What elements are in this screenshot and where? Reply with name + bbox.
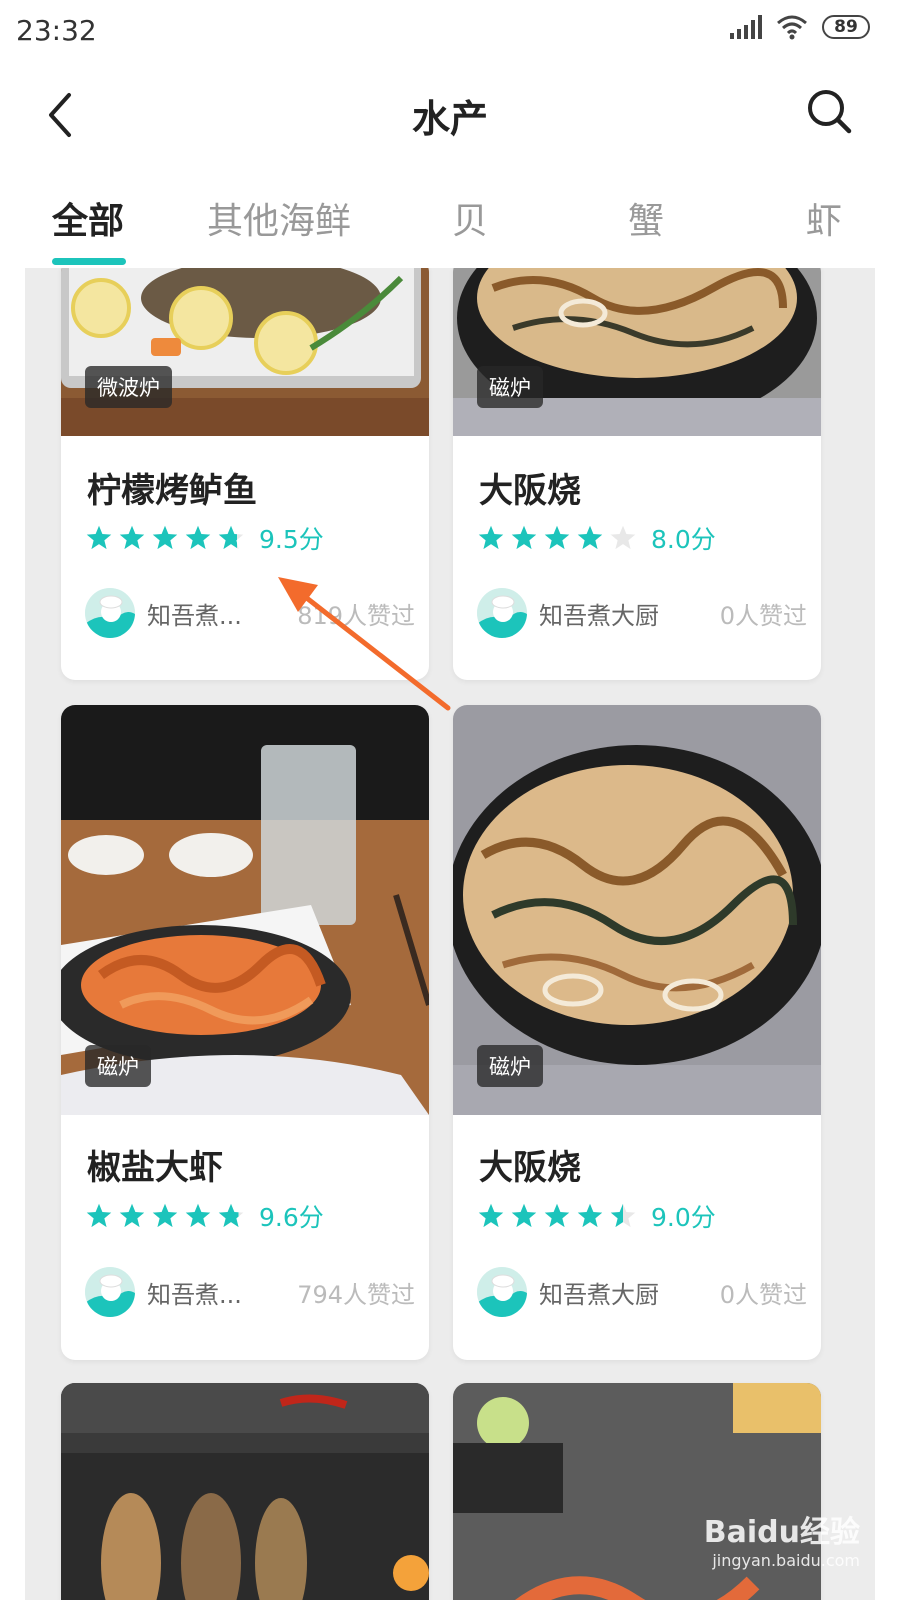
page-title: 水产 bbox=[411, 97, 488, 141]
status-time: 23:32 bbox=[16, 14, 97, 47]
avatar[interactable] bbox=[85, 1267, 135, 1317]
author-row: 知吾煮大厨 0人赞过 bbox=[477, 1267, 807, 1317]
author-row: 知吾煮大厨 0人赞过 bbox=[477, 588, 807, 638]
star-icon bbox=[185, 525, 211, 550]
rating-stars bbox=[85, 1202, 245, 1230]
star-icon bbox=[610, 1203, 636, 1228]
tab-other-seafood[interactable]: 其他海鲜 bbox=[207, 192, 351, 244]
recipe-title: 大阪烧 bbox=[479, 471, 581, 511]
recipe-grid: 微波炉 柠檬烤鲈鱼 9.5分 知吾煮... 819人赞过 磁炉 大阪烧 8.0分… bbox=[25, 268, 875, 1600]
rating-stars bbox=[477, 1202, 637, 1230]
star-icon bbox=[544, 525, 570, 550]
recipe-image bbox=[61, 1383, 429, 1600]
star-icon bbox=[218, 1203, 244, 1228]
author-name: 知吾煮... bbox=[147, 601, 242, 630]
header: 水产 bbox=[0, 60, 900, 170]
star-icon bbox=[577, 1203, 603, 1228]
rating-score: 9.0分 bbox=[651, 1203, 716, 1232]
rating-score: 9.6分 bbox=[259, 1203, 324, 1232]
star-icon bbox=[86, 1203, 112, 1228]
like-count: 0人赞过 bbox=[719, 601, 807, 630]
tab-indicator bbox=[52, 258, 126, 265]
category-tabs: 全部 其他海鲜 贝 蟹 虾 bbox=[0, 180, 900, 270]
rating-row: 9.0分 bbox=[477, 1198, 716, 1234]
author-name: 知吾煮大厨 bbox=[539, 1280, 659, 1309]
baidu-watermark: Baidu经验 jingyan.baidu.com bbox=[704, 1507, 860, 1570]
star-icon bbox=[218, 525, 244, 550]
rating-row: 9.6分 bbox=[85, 1198, 324, 1234]
search-icon bbox=[808, 90, 852, 134]
status-bar: 23:32 89 bbox=[0, 0, 900, 60]
rating-score: 9.5分 bbox=[259, 525, 324, 554]
search-button[interactable] bbox=[800, 82, 860, 142]
recipe-card[interactable]: 微波炉 柠檬烤鲈鱼 9.5分 知吾煮... 819人赞过 bbox=[61, 268, 429, 680]
rating-score: 8.0分 bbox=[651, 525, 716, 554]
author-row: 知吾煮... 794人赞过 bbox=[85, 1267, 415, 1317]
tab-shrimp[interactable]: 虾 bbox=[806, 192, 842, 244]
star-icon bbox=[152, 525, 178, 550]
star-icon bbox=[511, 1203, 537, 1228]
signal-icon bbox=[730, 15, 762, 39]
recipe-title: 柠檬烤鲈鱼 bbox=[87, 471, 257, 511]
recipe-title: 大阪烧 bbox=[479, 1148, 581, 1188]
recipe-image: 磁炉 bbox=[61, 705, 429, 1115]
tab-shellfish[interactable]: 贝 bbox=[452, 192, 488, 244]
battery-indicator: 89 bbox=[822, 15, 870, 39]
wifi-icon bbox=[777, 15, 807, 40]
recipe-image: 微波炉 bbox=[61, 268, 429, 436]
author-name: 知吾煮... bbox=[147, 1280, 242, 1309]
avatar[interactable] bbox=[85, 588, 135, 638]
rating-stars bbox=[477, 524, 637, 552]
recipe-card[interactable] bbox=[61, 1383, 429, 1600]
avatar[interactable] bbox=[477, 1267, 527, 1317]
recipe-title: 椒盐大虾 bbox=[87, 1148, 223, 1188]
avatar[interactable] bbox=[477, 588, 527, 638]
watermark-url: jingyan.baidu.com bbox=[712, 1551, 860, 1570]
star-icon bbox=[86, 525, 112, 550]
cooker-badge: 磁炉 bbox=[477, 1045, 543, 1087]
watermark-brand: Baidu经验 bbox=[703, 1515, 860, 1550]
star-icon bbox=[544, 1203, 570, 1228]
author-name: 知吾煮大厨 bbox=[539, 601, 659, 630]
status-icons: 89 bbox=[730, 14, 870, 40]
star-icon bbox=[119, 1203, 145, 1228]
tab-crab[interactable]: 蟹 bbox=[628, 192, 664, 244]
recipe-image: 磁炉 bbox=[453, 705, 821, 1115]
star-icon bbox=[478, 525, 504, 550]
star-icon bbox=[478, 1203, 504, 1228]
cooker-badge: 磁炉 bbox=[477, 366, 543, 408]
recipe-card[interactable]: 磁炉 大阪烧 8.0分 知吾煮大厨 0人赞过 bbox=[453, 268, 821, 680]
rating-row: 8.0分 bbox=[477, 520, 716, 556]
author-row: 知吾煮... 819人赞过 bbox=[85, 588, 415, 638]
cooker-badge: 磁炉 bbox=[85, 1045, 151, 1087]
tab-all[interactable]: 全部 bbox=[52, 192, 124, 244]
star-icon bbox=[119, 525, 145, 550]
star-icon bbox=[610, 525, 636, 550]
like-count: 794人赞过 bbox=[297, 1280, 415, 1309]
like-count: 0人赞过 bbox=[719, 1280, 807, 1309]
rating-row: 9.5分 bbox=[85, 520, 324, 556]
star-icon bbox=[185, 1203, 211, 1228]
star-icon bbox=[152, 1203, 178, 1228]
rating-stars bbox=[85, 524, 245, 552]
recipe-image: 磁炉 bbox=[453, 268, 821, 436]
star-icon bbox=[511, 525, 537, 550]
recipe-card[interactable]: 磁炉 大阪烧 9.0分 知吾煮大厨 0人赞过 bbox=[453, 705, 821, 1360]
cooker-badge: 微波炉 bbox=[85, 366, 172, 408]
star-icon bbox=[577, 525, 603, 550]
recipe-card[interactable]: 磁炉 椒盐大虾 9.6分 知吾煮... 794人赞过 bbox=[61, 705, 429, 1360]
like-count: 819人赞过 bbox=[297, 601, 415, 630]
